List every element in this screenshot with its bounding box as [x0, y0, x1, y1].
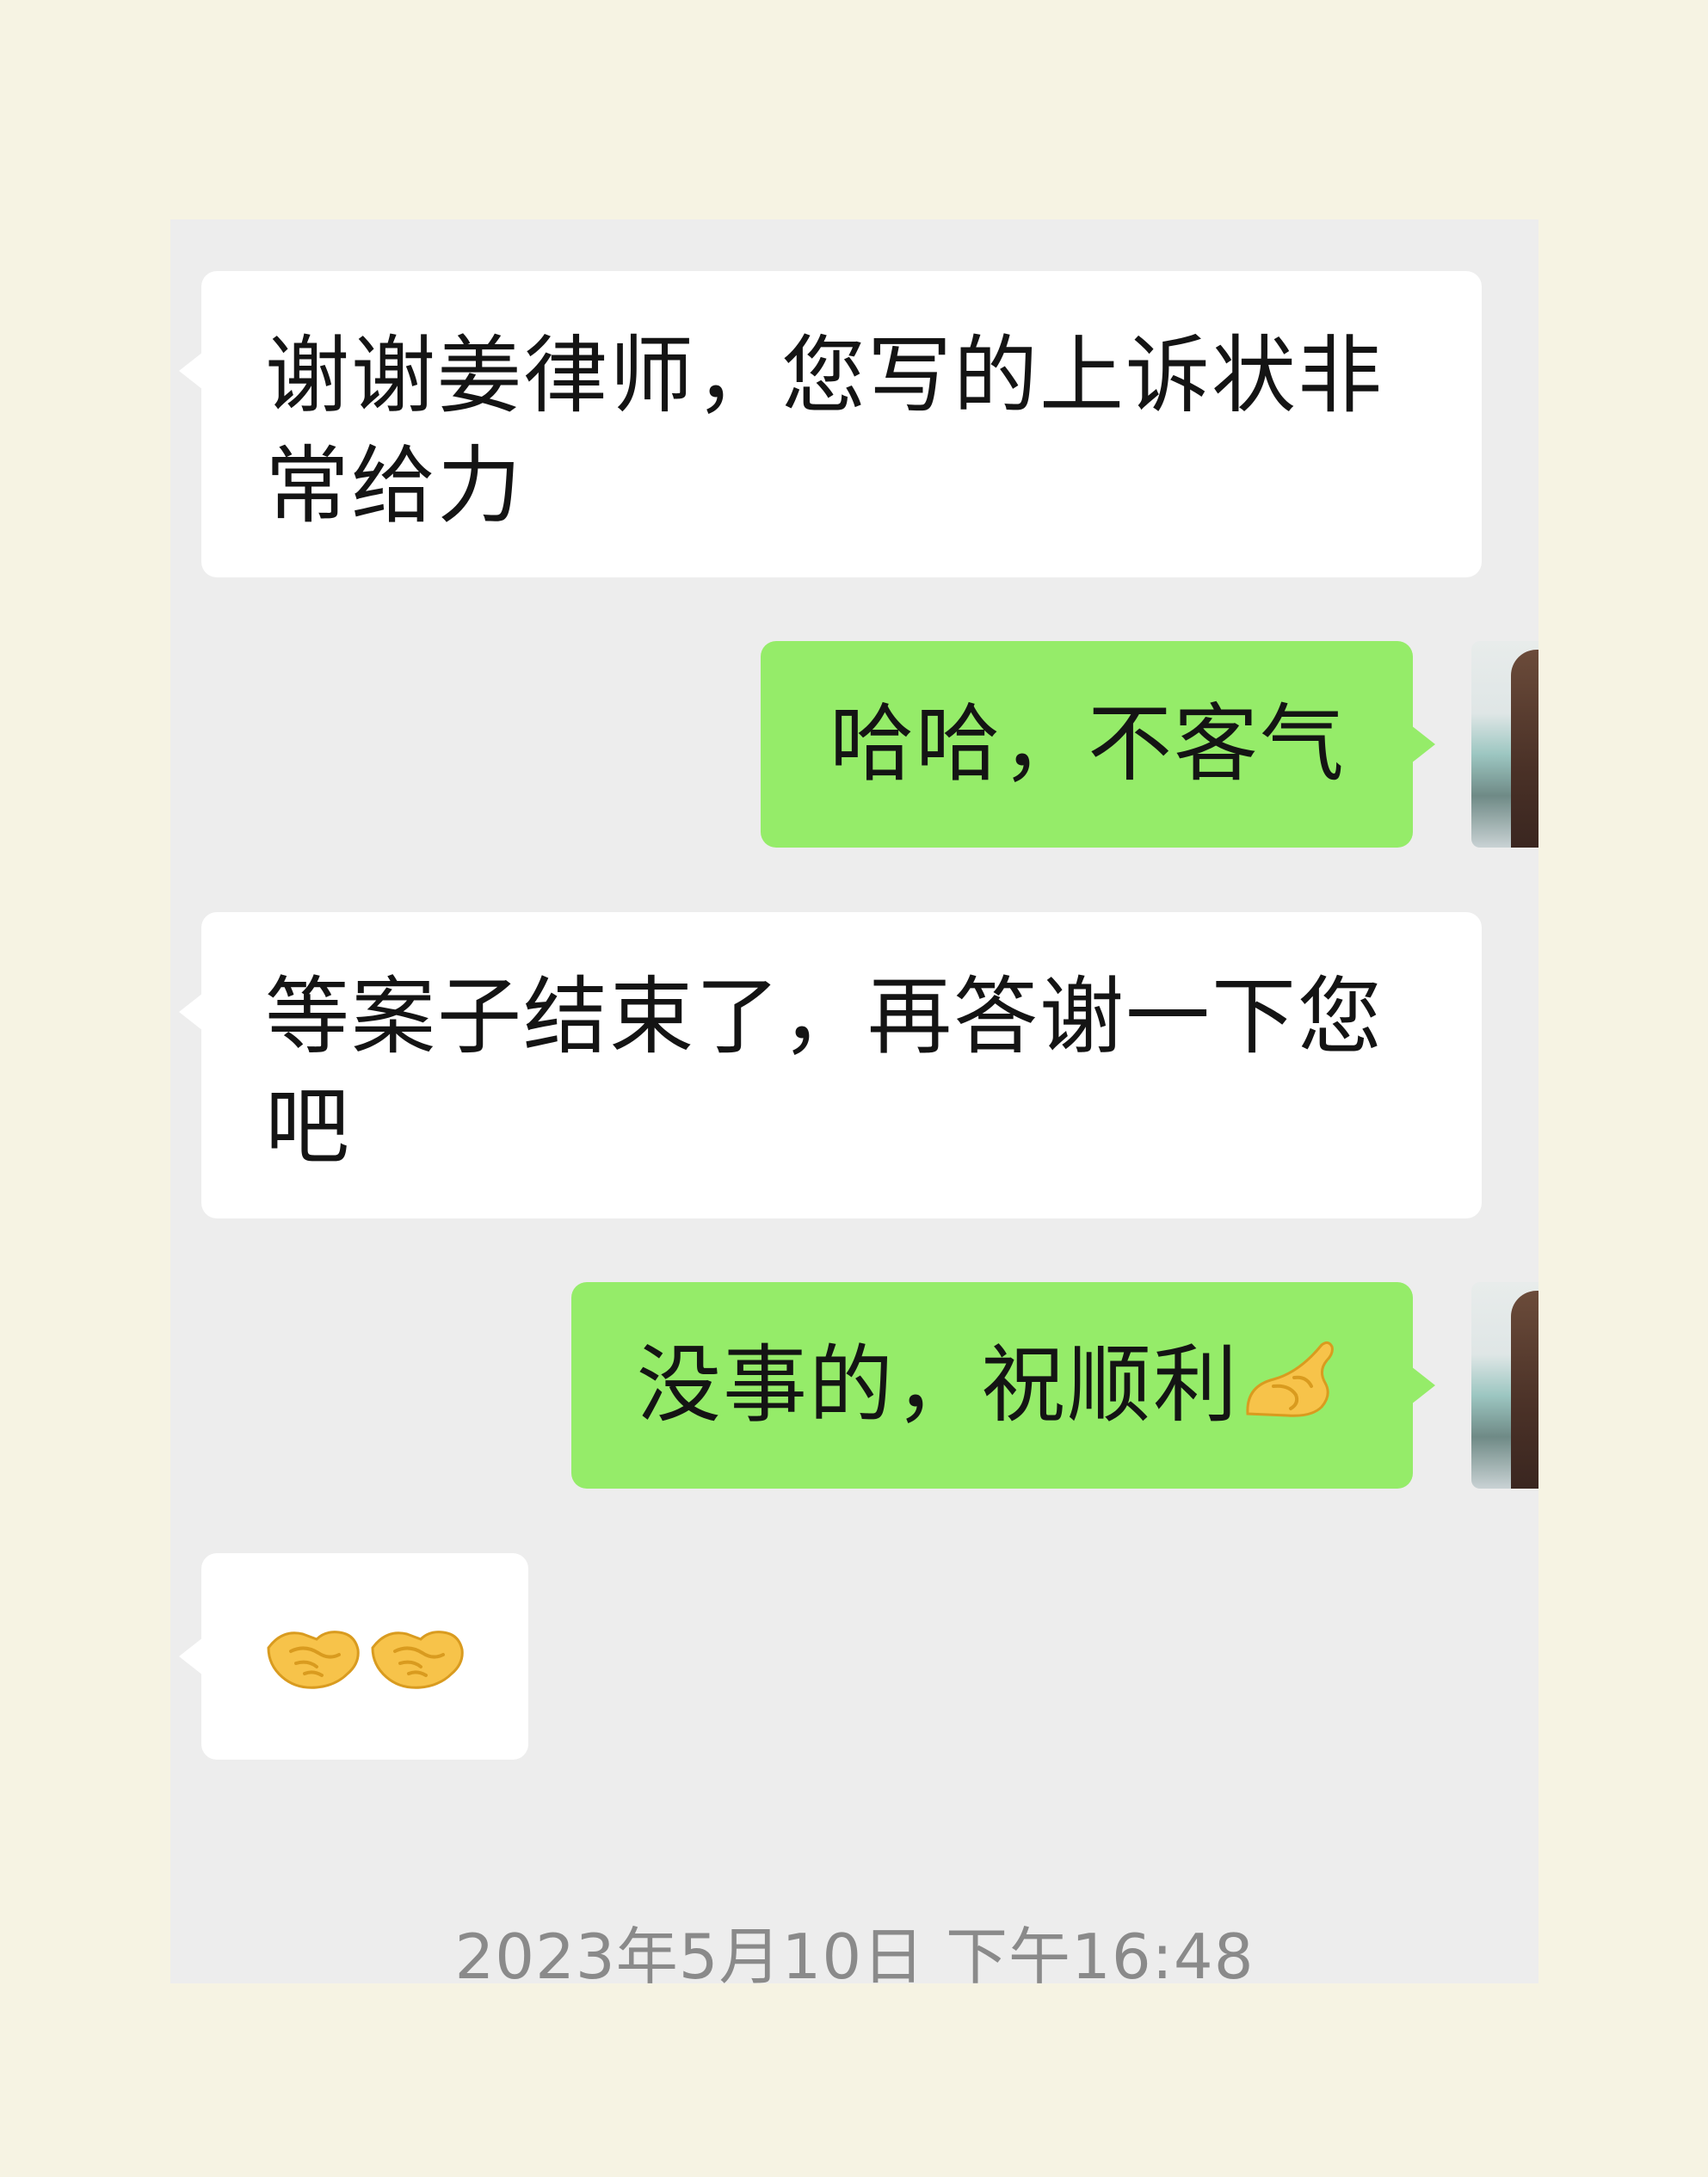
message-bubble[interactable]: 没事的，祝顺利 [571, 1282, 1413, 1489]
chat-panel: 谢谢姜律师，您写的上诉状非常给力 哈哈，不客气 等案子结束了，再答谢一下您吧 没… [170, 219, 1538, 1983]
bubble-tail [179, 1637, 203, 1675]
avatar[interactable] [1471, 1282, 1538, 1489]
message-text-content: 没事的，祝顺利 [637, 1336, 1240, 1434]
message-text: 谢谢姜律师，您写的上诉状非常给力 [265, 327, 1384, 535]
bubble-tail [1411, 725, 1435, 763]
handshake-icon [265, 1613, 361, 1694]
pinched-fingers-emoji [1239, 1335, 1342, 1447]
message-bubble[interactable] [201, 1553, 528, 1760]
message-text: 没事的，祝顺利 [637, 1330, 1370, 1447]
message-bubble[interactable]: 谢谢姜律师，您写的上诉状非常给力 [201, 271, 1482, 577]
message-text: 哈哈，不客气 [829, 695, 1347, 793]
bubble-tail [1411, 1366, 1435, 1404]
avatar[interactable] [1471, 641, 1538, 848]
bubble-tail [179, 352, 203, 390]
handshake-icon [369, 1613, 466, 1694]
screenshot: { "messages": [ {"side": "received", "te… [0, 0, 1708, 2177]
avatar-hair [1511, 650, 1538, 848]
bubble-tail [179, 993, 203, 1031]
message-bubble[interactable]: 等案子结束了，再答谢一下您吧 [201, 912, 1482, 1218]
avatar-hair [1511, 1291, 1538, 1489]
message-bubble[interactable]: 哈哈，不客气 [761, 641, 1413, 848]
message-timestamp: 2023年5月10日 下午16:48 [454, 1921, 1255, 1983]
message-text: 等案子结束了，再答谢一下您吧 [265, 968, 1384, 1176]
